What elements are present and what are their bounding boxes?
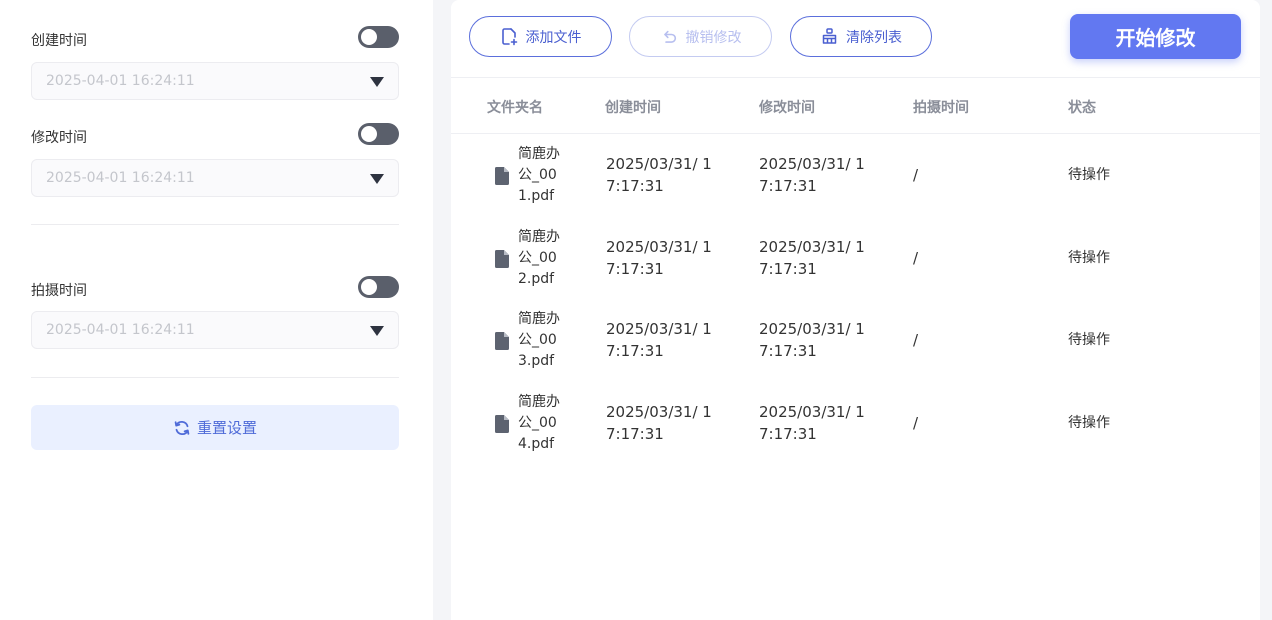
modified-time-cell: 2025/03/31/ 1 7:17:31	[759, 153, 877, 197]
caret-down-icon	[370, 77, 384, 87]
start-modify-button[interactable]: 开始修改	[1070, 14, 1241, 59]
created-time-line: 2025/03/31/ 1	[606, 238, 712, 256]
modify-time-label: 修改时间	[31, 130, 87, 146]
modified-time-line: 2025/03/31/ 1	[759, 320, 865, 338]
table-row[interactable]: 简鹿办 公_00 3.pdf 2025/03/31/ 1 7:17:31 2025/03/…	[451, 301, 1260, 383]
created-time-line: 7:17:31	[606, 342, 664, 360]
modify-time-value: 2025-04-01 16:24:11	[46, 170, 195, 186]
modify-time-select[interactable]: 2025-04-01 16:24:11	[31, 159, 399, 197]
shoot-time-value: 2025-04-01 16:24:11	[46, 322, 195, 338]
status-cell: 待操作	[1068, 415, 1110, 431]
file-icon	[495, 250, 509, 268]
modified-time-cell: 2025/03/31/ 1 7:17:31	[759, 236, 877, 280]
modified-time-line: 2025/03/31/ 1	[759, 238, 865, 256]
add-file-label: 添加文件	[525, 29, 582, 46]
created-time-line: 7:17:31	[606, 425, 664, 443]
toggle-knob	[361, 126, 377, 142]
file-name-line: 简鹿办	[518, 146, 560, 162]
modify-time-toggle[interactable]	[358, 123, 399, 145]
created-time-line: 2025/03/31/ 1	[606, 403, 712, 421]
file-add-icon	[501, 28, 517, 46]
modified-time-line: 7:17:31	[759, 342, 817, 360]
modified-time-cell: 2025/03/31/ 1 7:17:31	[759, 318, 877, 362]
file-name-line: 简鹿办	[518, 394, 560, 410]
col-header-folder: 文件夹名	[487, 100, 543, 116]
shot-time-cell: /	[913, 249, 919, 267]
created-time-line: 7:17:31	[606, 177, 664, 195]
created-time-cell: 2025/03/31/ 1 7:17:31	[606, 401, 724, 445]
shot-time-cell: /	[913, 166, 919, 184]
undo-changes-button[interactable]: 撤销修改	[629, 16, 772, 57]
modified-time-line: 2025/03/31/ 1	[759, 155, 865, 173]
table-row[interactable]: 简鹿办 公_00 1.pdf 2025/03/31/ 1 7:17:31 2025/03/…	[451, 136, 1260, 218]
clear-list-button[interactable]: 清除列表	[790, 16, 932, 57]
file-list-panel: 添加文件 撤销修改 清除列表 开始修改 文件夹名 创建时间 修改时间 拍摄时间 …	[451, 0, 1260, 620]
undo-changes-label: 撤销修改	[685, 29, 742, 46]
shoot-time-label: 拍摄时间	[31, 283, 87, 299]
reset-settings-button[interactable]: 重置设置	[31, 405, 399, 450]
reset-settings-label: 重置设置	[196, 419, 257, 437]
modified-time-line: 2025/03/31/ 1	[759, 403, 865, 421]
file-name-line: 4.pdf	[518, 436, 555, 452]
file-name-line: 公_00	[518, 167, 557, 183]
created-time-cell: 2025/03/31/ 1 7:17:31	[606, 318, 724, 362]
created-time-cell: 2025/03/31/ 1 7:17:31	[606, 153, 724, 197]
table-row[interactable]: 简鹿办 公_00 2.pdf 2025/03/31/ 1 7:17:31 2025/03/…	[451, 219, 1260, 301]
modified-time-cell: 2025/03/31/ 1 7:17:31	[759, 401, 877, 445]
file-name: 简鹿办公_00 2.pdf	[518, 227, 568, 290]
file-name: 简鹿办公_00 1.pdf	[518, 144, 568, 207]
shot-time-cell: /	[913, 331, 919, 349]
create-time-select[interactable]: 2025-04-01 16:24:11	[31, 62, 399, 100]
col-header-modified: 修改时间	[759, 100, 815, 116]
section-divider	[31, 377, 399, 378]
broom-icon	[822, 28, 837, 44]
file-icon	[495, 415, 509, 433]
col-header-status: 状态	[1068, 100, 1096, 116]
file-name-line: 简鹿办	[518, 229, 560, 245]
toggle-knob	[361, 279, 377, 295]
file-name-line: 简鹿办	[518, 311, 560, 327]
table-row[interactable]: 简鹿办 公_00 4.pdf 2025/03/31/ 1 7:17:31 2025/03/…	[451, 384, 1260, 466]
shoot-time-select[interactable]: 2025-04-01 16:24:11	[31, 311, 399, 349]
created-time-line: 2025/03/31/ 1	[606, 155, 712, 173]
create-time-toggle[interactable]	[358, 26, 399, 48]
col-header-created: 创建时间	[605, 100, 661, 116]
caret-down-icon	[370, 174, 384, 184]
file-name-line: 1.pdf	[518, 188, 555, 204]
modified-time-line: 7:17:31	[759, 177, 817, 195]
create-time-label: 创建时间	[31, 33, 87, 49]
created-time-cell: 2025/03/31/ 1 7:17:31	[606, 236, 724, 280]
created-time-line: 2025/03/31/ 1	[606, 320, 712, 338]
refresh-icon	[174, 420, 190, 435]
toolbar-divider	[451, 77, 1260, 78]
col-header-shot: 拍摄时间	[913, 100, 969, 116]
status-cell: 待操作	[1068, 250, 1110, 266]
clear-list-label: 清除列表	[846, 29, 902, 46]
file-name-line: 公_00	[518, 250, 557, 266]
header-divider	[451, 133, 1260, 134]
section-divider	[31, 224, 399, 225]
shot-time-cell: /	[913, 414, 919, 432]
toggle-knob	[361, 29, 377, 45]
undo-icon	[663, 30, 676, 43]
create-time-value: 2025-04-01 16:24:11	[46, 73, 195, 89]
created-time-line: 7:17:31	[606, 260, 664, 278]
file-name-line: 公_00	[518, 415, 557, 431]
file-name-line: 公_00	[518, 332, 557, 348]
file-name: 简鹿办公_00 4.pdf	[518, 392, 568, 455]
file-icon	[495, 167, 509, 185]
file-name: 简鹿办公_00 3.pdf	[518, 309, 568, 372]
status-cell: 待操作	[1068, 167, 1110, 183]
settings-panel: 创建时间 2025-04-01 16:24:11 修改时间 2025-04-01…	[0, 0, 433, 620]
shoot-time-toggle[interactable]	[358, 276, 399, 298]
modified-time-line: 7:17:31	[759, 425, 817, 443]
caret-down-icon	[370, 326, 384, 336]
app-window: 创建时间 2025-04-01 16:24:11 修改时间 2025-04-01…	[0, 0, 1272, 620]
file-name-line: 2.pdf	[518, 271, 555, 287]
modified-time-line: 7:17:31	[759, 260, 817, 278]
status-cell: 待操作	[1068, 332, 1110, 348]
add-file-button[interactable]: 添加文件	[469, 16, 612, 57]
file-name-line: 3.pdf	[518, 353, 555, 369]
file-icon	[495, 332, 509, 350]
